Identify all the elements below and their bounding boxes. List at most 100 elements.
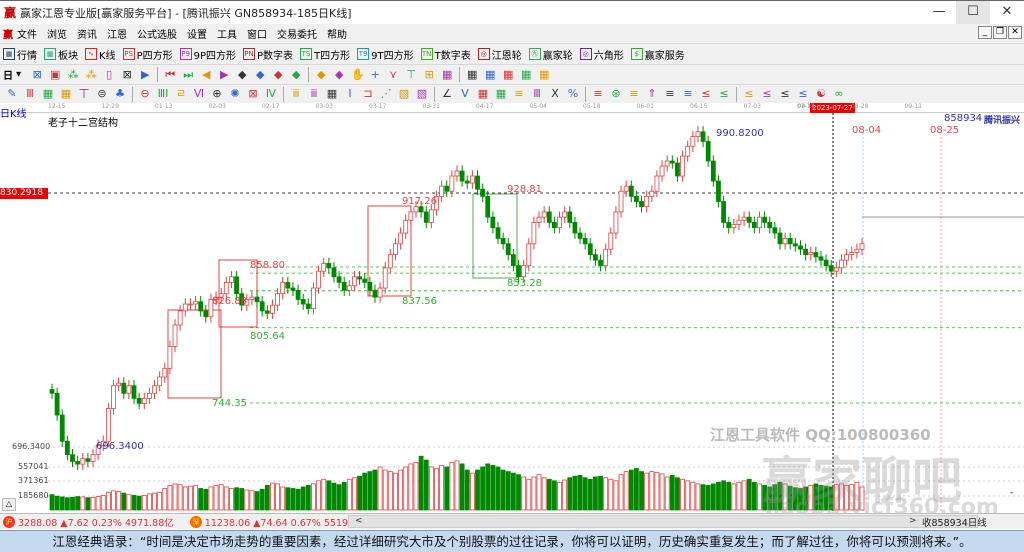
toolbar2-tool-icon-3[interactable]: ⁂ <box>85 68 97 81</box>
toolbar3-tool-icon-25[interactable]: ▦ <box>477 88 489 100</box>
toolbar2-tool-icon-7[interactable]: ⏮ <box>164 68 176 81</box>
toolbar3-tool-icon-22[interactable]: ▧ <box>416 88 428 100</box>
toolbar-button-7[interactable]: T9 9T四方形 <box>357 47 414 62</box>
collapse-button[interactable]: △ <box>2 498 16 511</box>
toolbar2-tool-icon-18[interactable]: + <box>369 68 381 81</box>
menu-info[interactable]: 资讯 <box>77 26 97 41</box>
toolbar-button-5[interactable]: PN P数字表 <box>243 47 293 62</box>
toolbar3-tool-icon-21[interactable]: ▧ <box>398 88 410 100</box>
toolbar-button-12[interactable]: $ 赢家服务 <box>630 47 685 62</box>
toolbar3-tool-icon-30[interactable]: % <box>567 88 579 100</box>
toolbar3-tool-icon-35[interactable]: ≡ <box>664 88 676 100</box>
toolbar3-tool-icon-0[interactable]: ✎ <box>6 88 18 100</box>
toolbar2-tool-icon-15[interactable]: ◆ <box>315 68 327 81</box>
menu-browse[interactable]: 浏览 <box>47 26 67 41</box>
toolbar-button-4[interactable]: P9 9P四方形 <box>179 47 236 62</box>
menu-window[interactable]: 窗口 <box>247 26 267 41</box>
toolbar3-tool-icon-14[interactable]: Ⅳ <box>265 88 277 100</box>
toolbar2-tool-icon-20[interactable]: ⊤ <box>405 68 417 81</box>
toolbar2-tool-icon-16[interactable]: ◆ <box>333 68 345 81</box>
toolbar3-tool-icon-13[interactable]: ⊠ <box>247 88 259 100</box>
menu-gann[interactable]: 江恩 <box>107 26 127 41</box>
toolbar3-tool-icon-8[interactable]: ⅢⅠ <box>157 88 169 100</box>
toolbar3-tool-icon-44[interactable]: ∞ <box>833 88 845 100</box>
toolbar2-tool-icon-14[interactable]: ◆ <box>290 68 302 81</box>
toolbar3-tool-icon-42[interactable]: ≤ <box>797 88 809 100</box>
toolbar2-tool-icon-8[interactable]: ⏭ <box>182 68 194 81</box>
sh-index-quote[interactable]: 3288.08 ▲7.62 0.23% 4971.88亿 <box>18 515 174 529</box>
toolbar2-tool-icon-22[interactable]: ▦ <box>441 68 453 81</box>
toolbar3-tool-icon-2[interactable]: ▦ <box>42 88 54 100</box>
toolbar3-tool-icon-27[interactable]: ≡ <box>513 88 525 100</box>
toolbar3-tool-icon-39[interactable]: ≤ <box>743 88 755 100</box>
toolbar3-tool-icon-3[interactable]: ▦ <box>60 88 72 100</box>
zoom-out-button[interactable]: - <box>1010 488 1013 498</box>
kline-chart[interactable]: 日K线 老子十二宫结构 858934 腾讯振兴 830.2918 696.340… <box>0 109 1024 520</box>
toolbar3-tool-icon-31[interactable]: ≡ <box>592 88 604 100</box>
toolbar2-tool-icon-0[interactable]: ⊠ <box>31 68 43 81</box>
minimize-button[interactable]: — <box>922 1 956 25</box>
toolbar3-tool-icon-5[interactable]: ⊜ <box>96 88 108 100</box>
toolbar-button-3[interactable]: PS P四方形 <box>122 47 173 62</box>
toolbar3-tool-icon-41[interactable]: ≤ <box>779 88 791 100</box>
toolbar3-tool-icon-20[interactable]: ⋰ <box>380 88 392 100</box>
toolbar-button-2[interactable]: ∿ K线 <box>85 47 116 62</box>
menu-formula[interactable]: 公式选股 <box>137 26 177 41</box>
menu-trade[interactable]: 交易委托 <box>277 26 317 41</box>
close-button[interactable]: ✕ <box>990 1 1024 25</box>
toolbar-button-11[interactable]: ◎ 六角形 <box>579 47 624 62</box>
toolbar-button-1[interactable]: ▩ 板块 <box>44 47 78 62</box>
mdi-close-button[interactable]: ✕ <box>1008 26 1022 39</box>
toolbar2-tool-icon-6[interactable]: ▶ <box>139 68 151 81</box>
toolbar3-tool-icon-37[interactable]: ≤ <box>700 88 712 100</box>
toolbar3-tool-icon-6[interactable]: ♣ <box>114 88 126 100</box>
toolbar3-tool-icon-4[interactable]: ㄒ <box>78 88 90 100</box>
toolbar3-tool-icon-34[interactable]: ⇑ <box>646 88 658 100</box>
toolbar-button-10[interactable]: ㊈赢家轮 <box>528 47 573 62</box>
toolbar3-tool-icon-36[interactable]: ≡ <box>682 88 694 100</box>
scroll-right-button[interactable]: > <box>909 516 917 526</box>
menu-file[interactable]: 文件 <box>17 26 37 41</box>
menu-help[interactable]: 帮助 <box>327 26 347 41</box>
toolbar3-tool-icon-7[interactable]: ⊖ <box>139 88 151 100</box>
toolbar3-tool-icon-43[interactable]: ☯ <box>815 88 827 100</box>
toolbar3-tool-icon-28[interactable]: Ⅲ <box>531 88 543 100</box>
toolbar2-tool-icon-24[interactable]: ▦ <box>484 68 496 81</box>
toolbar-button-8[interactable]: TN T数字表 <box>420 47 471 62</box>
mdi-minimize-button[interactable]: _ <box>978 26 992 39</box>
toolbar3-tool-icon-15[interactable]: ⅲ <box>290 88 302 100</box>
toolbar2-tool-icon-23[interactable]: ▦ <box>466 68 478 81</box>
toolbar2-tool-icon-25[interactable]: ▦ <box>502 68 514 81</box>
toolbar-button-0[interactable]: ▦ 行情 <box>3 47 37 62</box>
toolbar2-tool-icon-10[interactable]: ▶ <box>218 68 230 81</box>
toolbar2-tool-icon-26[interactable]: ▦ <box>520 68 532 81</box>
toolbar2-tool-icon-4[interactable]: ▯ <box>103 68 115 81</box>
toolbar2-tool-icon-13[interactable]: ◆ <box>272 68 284 81</box>
toolbar2-tool-icon-21[interactable]: ⊞ <box>423 68 435 81</box>
toolbar2-tool-icon-11[interactable]: ◆ <box>236 68 248 81</box>
toolbar3-tool-icon-12[interactable]: ✺ <box>229 88 241 100</box>
period-dropdown[interactable]: 日 ▾ <box>3 67 21 82</box>
menu-settings[interactable]: 设置 <box>187 26 207 41</box>
maximize-button[interactable]: ☐ <box>956 1 990 25</box>
scroll-left-button[interactable]: < <box>355 516 363 526</box>
toolbar2-tool-icon-9[interactable]: ◀ <box>200 68 212 81</box>
toolbar2-tool-icon-2[interactable]: ⁂ <box>67 68 79 81</box>
toolbar2-tool-icon-19[interactable]: ⋎ <box>387 68 399 81</box>
toolbar3-tool-icon-23[interactable]: ∠ <box>441 88 453 100</box>
toolbar2-tool-icon-17[interactable]: ✋ <box>351 68 365 81</box>
toolbar3-tool-icon-1[interactable]: Ⅲ <box>24 88 36 100</box>
toolbar3-tool-icon-24[interactable]: V <box>459 88 471 100</box>
mdi-restore-button[interactable]: ❐ <box>993 26 1007 39</box>
toolbar3-tool-icon-32[interactable]: ⊛ <box>610 88 622 100</box>
toolbar3-tool-icon-17[interactable]: ▦ <box>326 88 338 100</box>
toolbar3-tool-icon-18[interactable]: Ⅰ <box>344 88 356 100</box>
toolbar3-tool-icon-10[interactable]: Ⅵ <box>193 88 205 100</box>
toolbar3-tool-icon-40[interactable]: ≤ <box>761 88 773 100</box>
toolbar3-tool-icon-11[interactable]: ⊕ <box>211 88 223 100</box>
toolbar3-tool-icon-9[interactable]: ㄹ <box>175 88 187 100</box>
toolbar3-tool-icon-38[interactable]: ≤ <box>718 88 730 100</box>
toolbar-button-6[interactable]: TS T四方形 <box>300 47 350 62</box>
toolbar2-tool-icon-12[interactable]: ◆ <box>254 68 266 81</box>
toolbar2-tool-icon-27[interactable]: ▦ <box>538 68 550 81</box>
